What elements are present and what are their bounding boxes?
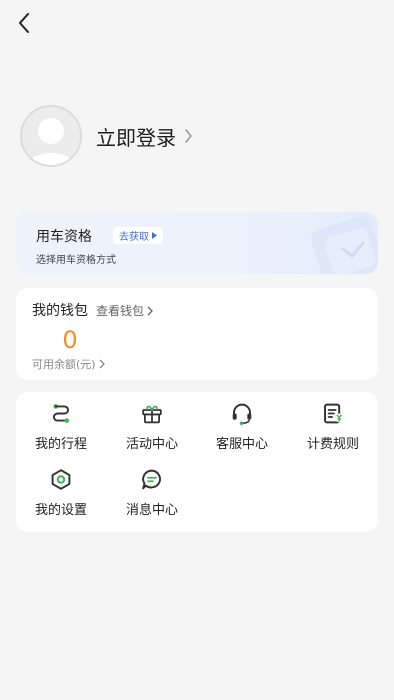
chevron-right-icon <box>99 359 105 369</box>
menu-item-my-trips[interactable]: 我的行程 <box>16 392 106 452</box>
chevron-right-icon <box>185 129 192 143</box>
login-row[interactable]: 立即登录 <box>20 104 193 168</box>
wallet-title: 我的钱包 <box>32 303 88 319</box>
menu-item-label: 我的行程 <box>34 437 87 452</box>
qualification-card[interactable]: 用车资格 去获取 选择用车资格方式 <box>16 212 378 274</box>
menu-item-label: 活动中心 <box>125 437 178 452</box>
headset-icon <box>232 403 252 425</box>
view-wallet-label: 查看钱包 <box>96 304 145 318</box>
default-avatar-icon <box>22 107 80 165</box>
wallet-card: 我的钱包 查看钱包 0 可用余额(元) <box>16 288 378 380</box>
message-icon <box>142 469 161 490</box>
back-button[interactable] <box>10 8 38 38</box>
menu-item-customer-service[interactable]: 客服中心 <box>197 392 287 452</box>
menu-item-label: 计费规则 <box>306 437 359 452</box>
triangle-right-icon <box>152 232 157 239</box>
menu-item-message-center[interactable]: 消息中心 <box>107 458 197 518</box>
balance-label: 可用余额(元) <box>32 358 96 371</box>
gift-icon <box>142 405 162 424</box>
settings-icon <box>51 469 71 490</box>
chevron-left-icon <box>19 13 29 33</box>
route-icon <box>52 404 70 423</box>
get-qualification-button[interactable]: 去获取 <box>113 227 163 244</box>
menu-item-activity-center[interactable]: 活动中心 <box>107 392 197 452</box>
menu-item-billing-rules[interactable]: 计费规则 <box>288 392 378 452</box>
menu-item-label: 客服中心 <box>215 437 268 452</box>
menu-item-my-settings[interactable]: 我的设置 <box>16 458 106 518</box>
qualification-title: 用车资格 <box>36 229 92 245</box>
view-wallet-link[interactable]: 查看钱包 <box>96 302 153 319</box>
qualification-decoration-icon <box>311 216 378 274</box>
balance-value: 0 <box>62 326 78 354</box>
login-label[interactable]: 立即登录 <box>96 122 176 151</box>
avatar[interactable] <box>20 105 82 167</box>
get-qualification-label: 去获取 <box>119 232 149 243</box>
qualification-subtitle: 选择用车资格方式 <box>36 255 116 266</box>
menu-item-label: 消息中心 <box>125 503 178 518</box>
billing-icon <box>324 403 344 424</box>
balance-link[interactable]: 可用余额(元) <box>32 356 105 372</box>
menu-item-label: 我的设置 <box>34 503 87 518</box>
chevron-right-icon <box>147 306 153 315</box>
service-menu: 我的行程 活动中心 客服中心 计费规则 我的设置 消息中心 <box>16 392 378 532</box>
